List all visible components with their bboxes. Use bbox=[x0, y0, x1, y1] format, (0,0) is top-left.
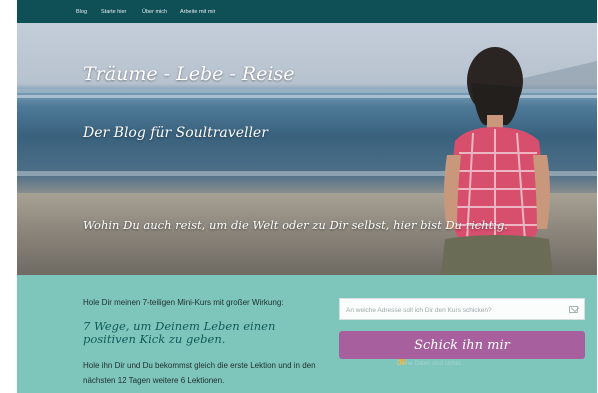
site-subtitle: Der Blog für Soultraveller bbox=[83, 125, 268, 141]
email-field[interactable] bbox=[346, 303, 556, 317]
optin-section: Hole Dir meinen 7-teiligen Mini-Kurs mit… bbox=[17, 275, 597, 393]
hero-banner: Träume - Lebe - Reise Der Blog für Soult… bbox=[17, 23, 597, 275]
email-field-wrapper bbox=[339, 298, 585, 320]
nav-item-starte-hier[interactable]: Starte hier bbox=[101, 9, 126, 15]
nav-item-ueber-mich[interactable]: Über mich bbox=[142, 9, 167, 15]
nav-item-blog[interactable]: Blog bbox=[76, 9, 87, 15]
site-tagline: Wohin Du auch reist, um die Welt oder zu… bbox=[83, 218, 508, 232]
hero-person-image bbox=[441, 47, 553, 275]
top-navigation: Blog Starte hier Über mich Arbeite mit m… bbox=[17, 0, 597, 23]
privacy-note: Deine Daten sind sicher. bbox=[397, 361, 463, 367]
site-title: Träume - Lebe - Reise bbox=[83, 63, 295, 85]
submit-button[interactable]: Schick ihn mir bbox=[339, 331, 585, 359]
course-title: 7 Wege, um Deinem Leben einen positiven … bbox=[83, 319, 276, 346]
course-description: Hole ihn Dir und Du bekommst gleich die … bbox=[83, 361, 316, 385]
nav-item-arbeite-mit-mir[interactable]: Arbeite mit mir bbox=[180, 9, 215, 15]
mail-icon bbox=[569, 306, 578, 313]
optin-intro: Hole Dir meinen 7-teiligen Mini-Kurs mit… bbox=[83, 298, 284, 307]
